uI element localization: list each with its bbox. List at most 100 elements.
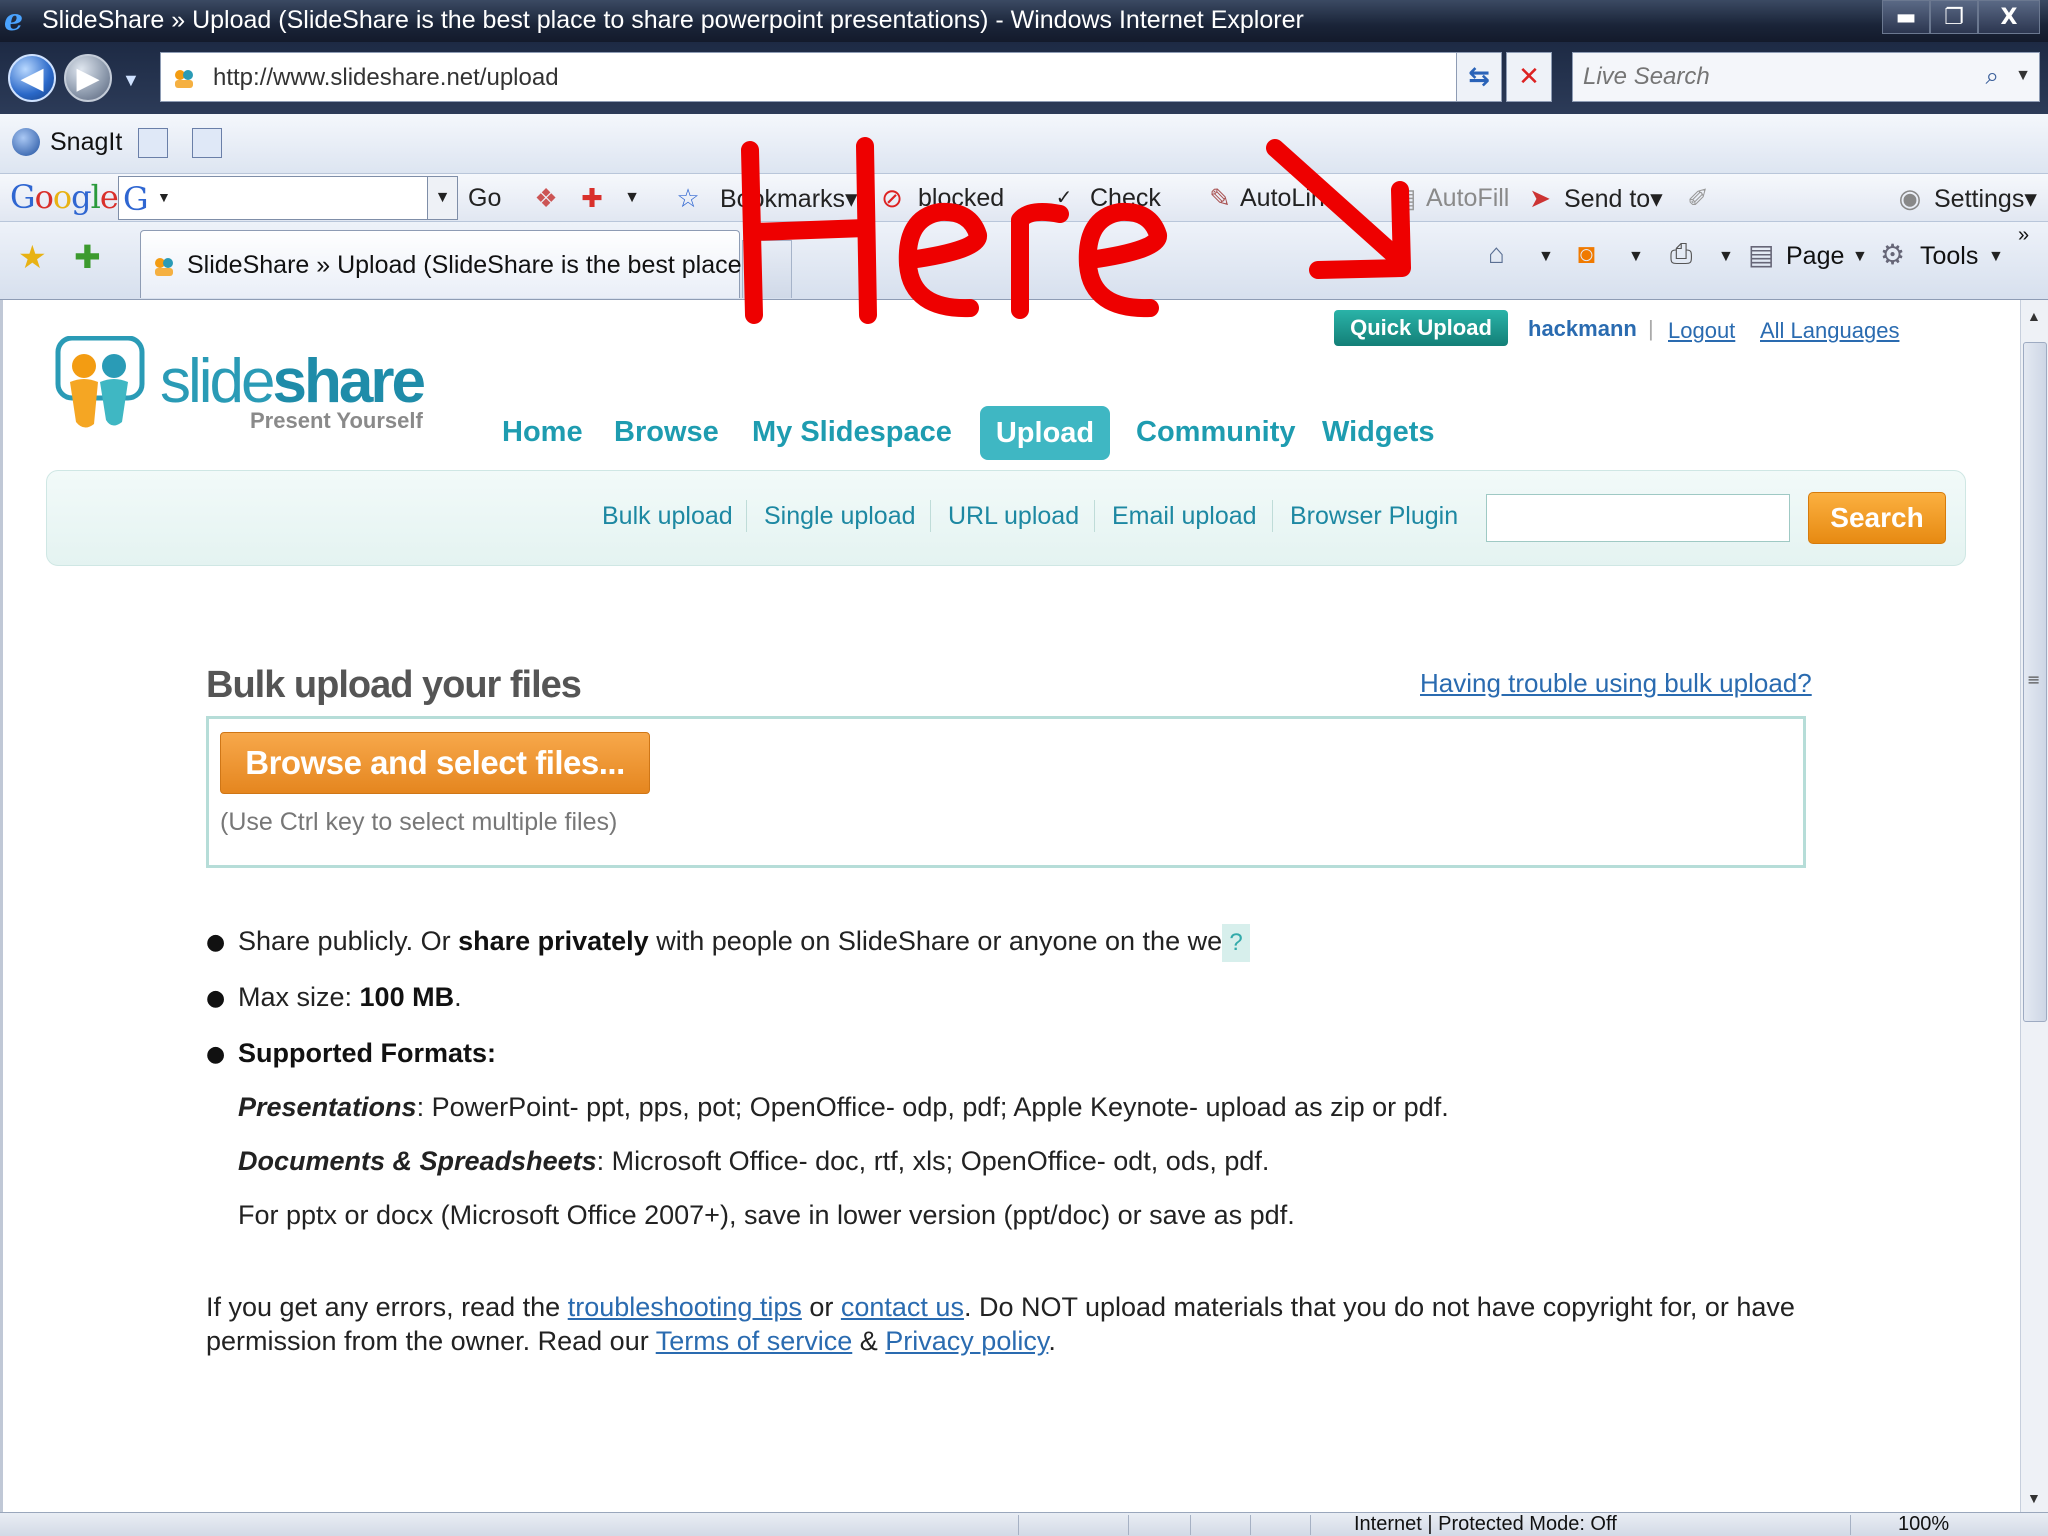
status-divider [1128,1515,1129,1535]
google-search-input[interactable]: G ▼ ▼ [118,176,458,220]
search-options-dropdown-icon[interactable]: ▼ [2015,67,2031,85]
bookmarks-star-icon[interactable]: ☆ [672,182,704,214]
print-icon[interactable]: ⎙ [1670,238,1692,271]
stop-button[interactable]: ✕ [1506,52,1552,102]
home-icon[interactable]: ⌂ [1488,238,1505,270]
page-menu[interactable]: Page [1786,242,1844,271]
nav-community[interactable]: Community [1136,416,1296,449]
tab-slideshare-upload[interactable]: SlideShare » Upload (SlideShare is the b… [140,230,776,298]
page-dropdown-icon[interactable]: ▼ [1852,248,1868,266]
settings-menu[interactable]: Settings▾ [1934,184,2037,214]
tools-dropdown-icon[interactable]: ▼ [1988,248,2004,266]
google-gadgets-icon[interactable]: ✚ [576,182,608,214]
privacy-help-icon[interactable]: ? [1222,924,1250,962]
bulk-upload-help-link[interactable]: Having trouble using bulk upload? [1420,668,1812,699]
zoom-level[interactable]: 100% [1898,1513,1949,1536]
logo-wordmark: slideshare [160,347,426,416]
spellcheck-icon[interactable]: ✓ [1048,182,1080,214]
google-g-icon: G [123,180,149,218]
check-button[interactable]: Check [1090,184,1161,213]
snagit-icon[interactable] [12,128,40,156]
refresh-button[interactable]: ⇆ [1456,52,1502,102]
more-commands-chevron-icon[interactable]: » [2018,224,2029,247]
google-search-dropdown-icon[interactable]: ▼ [427,177,457,219]
address-field[interactable]: http://www.slideshare.net/upload ▼ [160,52,1488,102]
nav-my-slidespace[interactable]: My Slidespace [752,416,952,449]
nav-home[interactable]: Home [502,416,583,449]
all-languages-link[interactable]: All Languages [1760,318,1899,344]
subnav-url-upload[interactable]: URL upload [948,502,1079,531]
logout-link[interactable]: Logout [1668,318,1735,344]
site-search-input[interactable] [1486,494,1790,542]
send-to-icon[interactable]: ➤ [1524,182,1556,214]
bullet-icon: ● [206,930,226,955]
print-dropdown-icon[interactable]: ▼ [1718,248,1734,266]
status-divider [1018,1515,1019,1535]
live-search-input[interactable] [1583,61,1943,93]
feeds-icon[interactable]: ◙ [1578,238,1595,270]
subnav-bulk-upload[interactable]: Bulk upload [602,502,733,531]
favorites-center-icon[interactable]: ★ [18,238,47,276]
forward-button[interactable]: ▶ [64,54,112,102]
slideshare-logo[interactable]: slideshare Present Yourself [50,336,450,456]
errors-info-text: If you get any errors, read the troubles… [206,1292,1795,1322]
nav-upload-active[interactable]: Upload [980,406,1110,460]
snagit-capture-icon[interactable] [138,128,168,158]
send-to-menu[interactable]: Send to▾ [1564,184,1663,214]
browse-files-button[interactable]: Browse and select files... [220,732,650,794]
terms-of-service-link[interactable]: Terms of service [656,1326,853,1356]
snagit-editor-icon[interactable] [192,128,222,158]
autolink-button[interactable]: AutoLink [1240,184,1337,213]
add-to-favorites-icon[interactable]: ✚ [74,238,101,276]
troubleshooting-tips-link[interactable]: troubleshooting tips [568,1292,802,1322]
page-icon[interactable]: ▤ [1748,238,1774,271]
home-dropdown-icon[interactable]: ▼ [1538,248,1554,266]
subnav-browser-plugin[interactable]: Browser Plugin [1290,502,1458,531]
popup-blocked-counter[interactable]: blocked [918,184,1004,213]
new-tab-button[interactable] [742,240,792,298]
tools-gear-icon[interactable]: ⚙ [1880,238,1905,271]
nav-widgets[interactable]: Widgets [1322,416,1435,449]
autolink-icon[interactable]: ✎ [1204,182,1236,214]
settings-icon[interactable]: ◉ [1894,182,1926,214]
back-button[interactable]: ◀ [8,54,56,102]
bullet-icon: ● [206,1042,226,1067]
bullet-icon: ● [206,986,226,1011]
address-url[interactable]: http://www.slideshare.net/upload [213,64,559,92]
status-bar: Internet | Protected Mode: Off 100% [0,1512,2048,1536]
snagit-button[interactable]: SnagIt [50,128,122,157]
google-logo: Google [10,178,119,216]
nav-browse[interactable]: Browse [614,416,719,449]
google-g-dropdown-icon[interactable]: ▼ [157,189,171,205]
username-link[interactable]: hackmann [1528,316,1637,342]
gadgets-dropdown-icon[interactable]: ▼ [616,182,648,214]
close-window-button[interactable]: X [1978,0,2040,34]
bookmarks-menu[interactable]: Bookmarks▾ [720,184,858,214]
minimize-button[interactable]: ▬ [1882,0,1930,34]
google-news-icon[interactable]: ❖ [530,182,562,214]
contact-us-link[interactable]: contact us [841,1292,964,1322]
tools-menu[interactable]: Tools [1920,242,1978,271]
quick-upload-button[interactable]: Quick Upload [1334,310,1508,346]
vertical-scrollbar[interactable]: ▲ ≡ ▼ [2020,300,2048,1512]
site-search-button[interactable]: Search [1808,492,1946,544]
highlighter-icon[interactable]: ✐ [1682,182,1714,214]
recent-pages-dropdown-icon[interactable]: ▼ [122,70,140,91]
popup-blocker-icon[interactable]: ⊘ [876,182,908,214]
restore-button[interactable]: ❐ [1930,0,1978,34]
subnav-single-upload[interactable]: Single upload [764,502,916,531]
search-icon[interactable]: ⌕ [1986,63,1999,91]
supported-formats-heading: Supported Formats: [238,1038,497,1068]
live-search-box[interactable]: ⌕ ▼ [1572,52,2040,102]
feeds-dropdown-icon[interactable]: ▼ [1628,248,1644,266]
stop-icon: ✕ [1518,62,1540,92]
scroll-down-arrow-icon[interactable]: ▼ [2027,1490,2041,1506]
google-go-button[interactable]: Go [468,184,501,213]
autofill-button[interactable]: AutoFill [1426,184,1509,213]
privacy-policy-link[interactable]: Privacy policy [885,1326,1048,1356]
multi-select-hint: (Use Ctrl key to select multiple files) [220,808,618,836]
subnav-email-upload[interactable]: Email upload [1112,502,1257,531]
window-title: SlideShare » Upload (SlideShare is the b… [42,6,1304,34]
autofill-icon[interactable]: ▤ [1388,182,1420,214]
scroll-up-arrow-icon[interactable]: ▲ [2027,308,2041,324]
